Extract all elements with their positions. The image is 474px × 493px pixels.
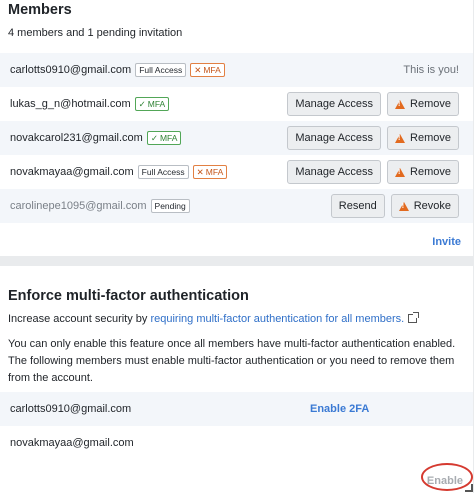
check-icon: ✓ xyxy=(150,133,158,143)
mfa-member-row: novakmayaa@gmail.com xyxy=(0,426,473,460)
manage-access-button[interactable]: Manage Access xyxy=(287,160,382,184)
members-panel: Members 4 members and 1 pending invitati… xyxy=(0,0,473,256)
warning-icon xyxy=(395,99,406,109)
pending-email: carolinepe1095@gmail.com xyxy=(10,200,147,212)
external-link-icon xyxy=(408,312,420,323)
member-row: novakmayaa@gmail.com Full Access ✕ MFA Ma… xyxy=(0,155,473,189)
x-icon: ✕ xyxy=(194,65,202,75)
manage-access-button[interactable]: Manage Access xyxy=(287,92,382,116)
mfa-member-row: carlotts0910@gmail.com Enable 2FA xyxy=(0,392,473,426)
remove-button[interactable]: Remove xyxy=(387,126,459,150)
manage-access-button[interactable]: Manage Access xyxy=(287,126,382,150)
pending-invitation-row: carolinepe1095@gmail.com Pending Resend … xyxy=(0,189,473,223)
member-email: carlotts0910@gmail.com xyxy=(10,403,132,415)
invite-button[interactable]: Invite xyxy=(432,236,461,248)
member-email: novakmayaa@gmail.com xyxy=(10,437,134,449)
remove-button[interactable]: Remove xyxy=(387,160,459,184)
x-icon: ✕ xyxy=(196,167,204,177)
remove-button[interactable]: Remove xyxy=(387,92,459,116)
warning-icon xyxy=(398,201,409,211)
revoke-button[interactable]: Revoke xyxy=(390,194,459,218)
mfa-requirement-text: You can only enable this feature once al… xyxy=(8,338,456,384)
member-email: lukas_g_n@hotmail.com xyxy=(10,98,131,110)
mfa-enabled-badge: ✓ MFA xyxy=(146,131,182,145)
mfa-missing-badge: ✕ MFA xyxy=(192,165,228,179)
resend-button[interactable]: Resend xyxy=(330,194,385,218)
member-row: novakcarol231@gmail.com ✓ MFA Manage Acce… xyxy=(0,121,473,155)
members-count: 4 members and 1 pending invitation xyxy=(8,27,183,39)
member-row: lukas_g_n@hotmail.com ✓ MFA Manage Access… xyxy=(0,87,473,121)
pending-badge: Pending xyxy=(150,199,190,213)
member-row: carlotts0910@gmail.com Full Access ✕ MFA … xyxy=(0,53,473,87)
warning-icon xyxy=(395,133,406,143)
mfa-description: Increase account security by requiring m… xyxy=(8,311,464,328)
mfa-enabled-badge: ✓ MFA xyxy=(134,97,170,111)
full-access-badge: Full Access xyxy=(135,63,187,77)
resize-handle[interactable] xyxy=(465,484,473,492)
mfa-missing-badge: ✕ MFA xyxy=(190,63,225,77)
this-is-you-label: This is you! xyxy=(403,64,459,76)
mfa-title: Enforce multi-factor authentication xyxy=(8,288,249,304)
mfa-requirement-link[interactable]: requiring multi-factor authentication fo… xyxy=(150,313,404,325)
check-icon: ✓ xyxy=(138,99,146,109)
enforce-mfa-panel: Enforce multi-factor authentication Incr… xyxy=(0,266,473,493)
full-access-badge: Full Access xyxy=(137,165,189,179)
enable-2fa-link[interactable]: Enable 2FA xyxy=(310,403,369,415)
warning-icon xyxy=(395,167,406,177)
member-email: novakmayaa@gmail.com xyxy=(10,166,134,178)
member-email: carlotts0910@gmail.com xyxy=(10,64,132,76)
members-title: Members xyxy=(8,2,72,18)
member-email: novakcarol231@gmail.com xyxy=(10,132,143,144)
